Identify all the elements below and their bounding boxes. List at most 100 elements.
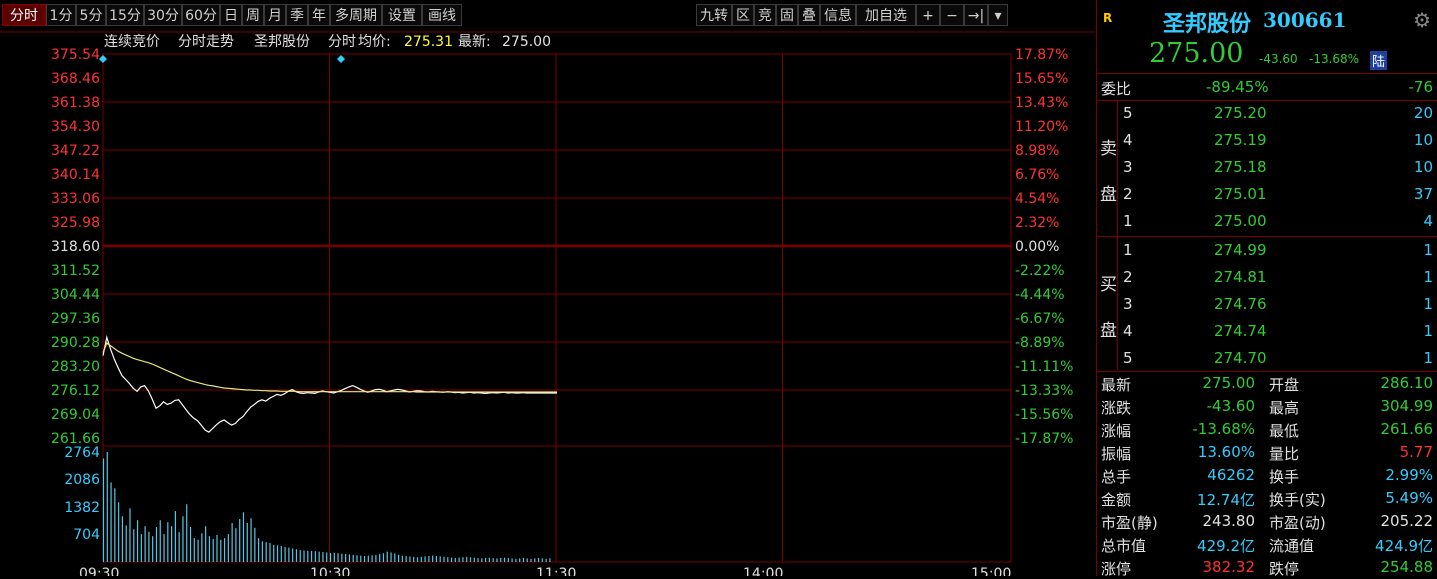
right-tick-8: 0.00%: [1015, 239, 1059, 255]
event-marker-icon: [337, 55, 345, 63]
stat-label-6b: 市盈(动): [1269, 514, 1326, 532]
weibi-diff: -76: [1408, 78, 1434, 96]
right-tick-2: 13.43%: [1015, 95, 1068, 111]
right-tick-9: -2.22%: [1015, 263, 1065, 279]
bid-level-4: 4: [1123, 322, 1133, 340]
left-tick-15: 269.04: [51, 407, 100, 423]
left-tick-9: 311.52: [51, 263, 100, 279]
ask-volume-5: 20: [1413, 104, 1433, 122]
book-mid-divider: [1097, 236, 1437, 237]
left-tick-8: 318.60: [51, 239, 100, 255]
right-tick-7: 2.32%: [1015, 215, 1059, 231]
stat-value-5a: 12.74亿: [1197, 491, 1255, 509]
right-tick-11: -6.67%: [1015, 311, 1065, 327]
stock-name: 圣邦股份: [1163, 11, 1252, 37]
event-marker-icon: [99, 55, 107, 63]
left-tick-11: 297.36: [51, 311, 100, 327]
sell-label-1: 卖: [1100, 139, 1117, 159]
ask-level-1: 1: [1123, 212, 1133, 230]
stat-label-5a: 金额: [1101, 491, 1132, 509]
price-change: -43.60: [1259, 52, 1298, 66]
bid-volume-2: 1: [1423, 268, 1433, 286]
bid-price-3: 274.76: [1214, 295, 1267, 313]
ask-level-2: 2: [1123, 185, 1133, 203]
stat-label-6a: 市盈(静): [1101, 514, 1158, 532]
bid-level-5: 5: [1123, 349, 1133, 367]
volume-tick-0: 2764: [64, 445, 100, 461]
x-tick-4: 15:00: [971, 566, 1011, 576]
stat-value-0b: 286.10: [1380, 374, 1434, 392]
left-tick-12: 290.28: [51, 335, 100, 351]
bid-price-2: 274.81: [1214, 268, 1267, 286]
left-tick-3: 354.30: [51, 119, 100, 135]
stat-value-1b: 304.99: [1380, 397, 1434, 415]
x-tick-1: 10:30: [310, 566, 350, 576]
stat-label-0b: 开盘: [1269, 376, 1300, 394]
stat-label-1a: 涨跌: [1101, 399, 1132, 417]
right-tick-4: 8.98%: [1015, 143, 1059, 159]
header-mode_b: 分时走势: [178, 34, 234, 50]
left-tick-0: 375.54: [51, 47, 100, 63]
right-tick-12: -8.89%: [1015, 335, 1065, 351]
right-tick-15: -15.56%: [1015, 407, 1073, 423]
ask-volume-3: 10: [1413, 158, 1433, 176]
stat-label-2a: 涨幅: [1101, 422, 1132, 440]
left-tick-13: 283.20: [51, 359, 100, 375]
right-tick-16: -17.87%: [1015, 431, 1073, 447]
settings-gear-icon[interactable]: ⚙: [1413, 8, 1431, 32]
buy-label-1: 买: [1100, 275, 1117, 295]
ask-level-3: 3: [1123, 158, 1133, 176]
stat-value-7b: 424.9亿: [1375, 537, 1433, 555]
right-tick-14: -13.33%: [1015, 383, 1073, 399]
right-tick-13: -11.11%: [1015, 359, 1073, 375]
header-avg_label: 均价:: [358, 34, 391, 50]
ask-level-5: 5: [1123, 104, 1133, 122]
volume-tick-2: 1382: [64, 500, 100, 516]
stat-value-8a: 382.32: [1202, 558, 1256, 576]
bid-price-1: 274.99: [1214, 241, 1267, 259]
ask-price-5: 275.20: [1214, 104, 1267, 122]
right-tick-1: 15.65%: [1015, 71, 1068, 87]
stat-label-2b: 最低: [1269, 422, 1300, 440]
header-mode_a: 连续竞价: [104, 33, 160, 50]
stock-code: 300661: [1263, 8, 1347, 32]
left-tick-4: 347.22: [51, 143, 100, 159]
stat-value-5b: 5.49%: [1385, 489, 1433, 507]
header-kind: 分时: [328, 34, 356, 50]
stat-value-8b: 254.88: [1380, 558, 1434, 576]
chart-frame: [102, 53, 1012, 563]
right-tick-0: 17.87%: [1015, 47, 1068, 63]
book-divider-vertical: [1117, 100, 1118, 370]
stat-label-1b: 最高: [1269, 399, 1300, 417]
price-change-pct: -13.68%: [1309, 52, 1360, 66]
buy-label-2: 盘: [1100, 321, 1117, 341]
bid-price-5: 274.70: [1214, 349, 1267, 367]
stat-value-3a: 13.60%: [1197, 443, 1255, 461]
header-divider: [1097, 73, 1437, 74]
right-tick-10: -4.44%: [1015, 287, 1065, 303]
stat-value-0a: 275.00: [1202, 374, 1256, 392]
stat-label-0a: 最新: [1101, 376, 1132, 394]
bid-volume-1: 1: [1423, 241, 1433, 259]
bid-level-3: 3: [1123, 295, 1133, 313]
stat-value-4b: 2.99%: [1385, 466, 1433, 484]
bid-volume-5: 1: [1423, 349, 1433, 367]
bid-price-4: 274.74: [1214, 322, 1267, 340]
weibi-label: 委比: [1101, 80, 1132, 98]
stat-value-6b: 205.22: [1380, 512, 1434, 530]
stat-value-4a: 46262: [1207, 466, 1255, 484]
left-tick-14: 276.12: [51, 383, 100, 399]
left-tick-5: 340.14: [51, 167, 100, 183]
sell-label-2: 盘: [1100, 185, 1117, 205]
stat-value-2a: -13.68%: [1192, 420, 1255, 438]
x-tick-3: 14:00: [743, 566, 783, 576]
stat-value-7a: 429.2亿: [1197, 537, 1255, 555]
left-tick-2: 361.38: [51, 95, 100, 111]
stat-label-4a: 总手: [1101, 468, 1132, 486]
stat-label-3a: 振幅: [1101, 445, 1132, 463]
ask-price-3: 275.18: [1214, 158, 1267, 176]
stat-label-4b: 换手: [1269, 468, 1300, 486]
hk-connect-tag: 陆: [1370, 51, 1388, 70]
intraday-chart: 375.54 17.87% 368.46 15.65% 361.38 13.43% 354.…: [0, 31, 1095, 576]
stat-label-5b: 换手(实): [1269, 491, 1326, 509]
